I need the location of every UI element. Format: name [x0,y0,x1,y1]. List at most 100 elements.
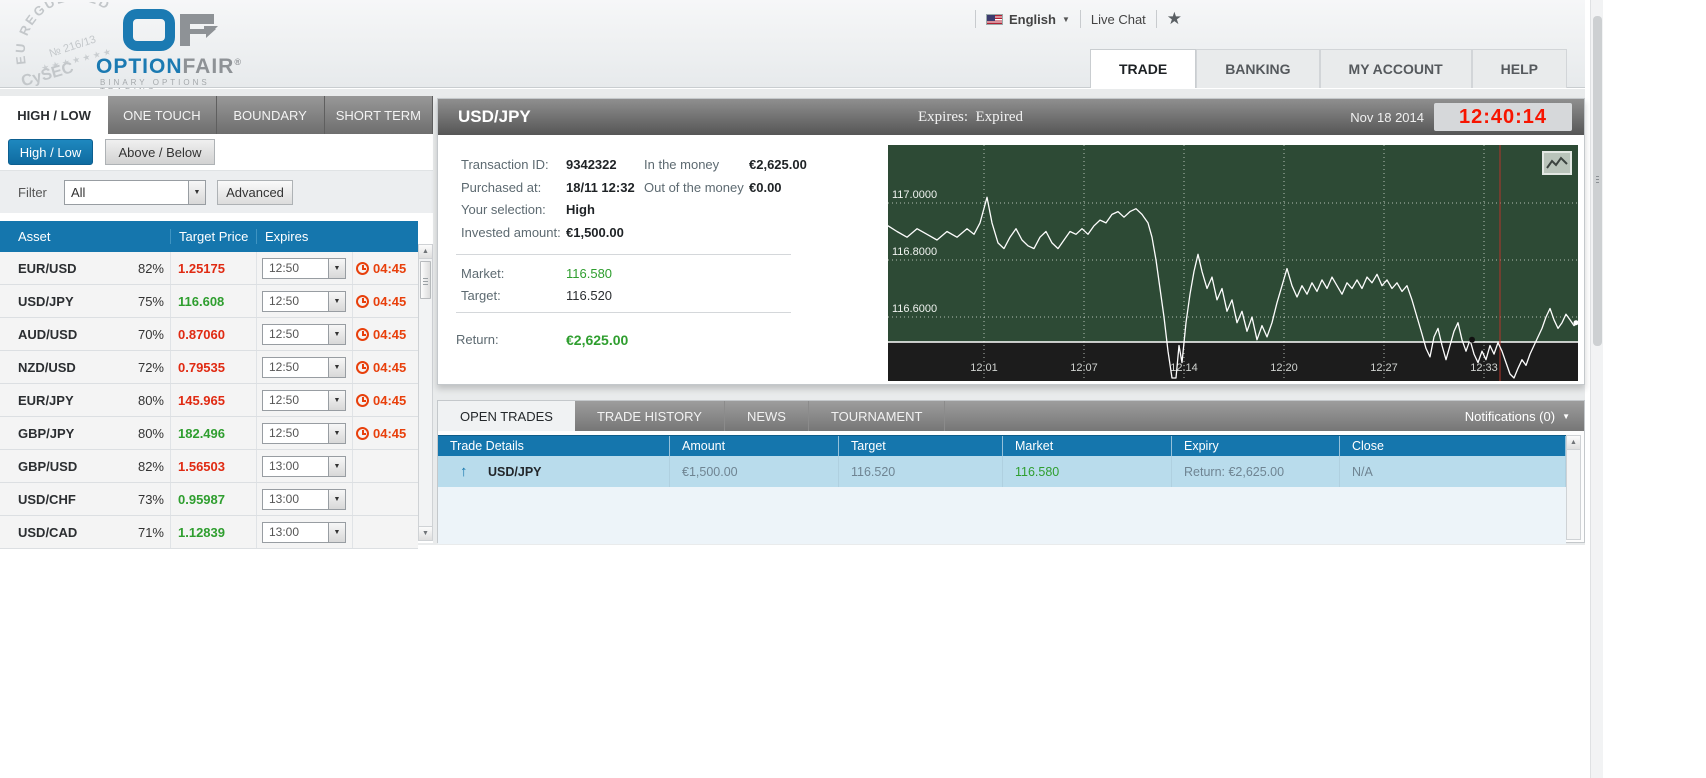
x-axis-label: 12:07 [1070,362,1098,374]
tab-high-low[interactable]: HIGH / LOW [0,96,109,134]
asset-payout: 72% [137,359,164,375]
filter-select[interactable]: All ▼ [64,180,206,205]
nav-tab-help[interactable]: HELP [1471,49,1567,88]
in-the-money-label: In the money [644,157,720,172]
asset-name: GBP/JPY [18,425,75,441]
trades-scrollbar[interactable]: ▲ [1566,435,1581,540]
return-value: €2,625.00 [566,332,629,348]
market-label: Market: [461,266,505,281]
utility-bar: English ▼ Live Chat ★ [975,8,1182,30]
column-divider [170,417,171,449]
expiry-select-value: 12:50 [269,393,300,407]
position-details: Transaction ID: 9342322 Purchased at: 18… [438,135,878,386]
x-axis-label: 12:27 [1370,362,1398,374]
x-axis-label: 12:14 [1170,362,1198,374]
tab-short-term[interactable]: SHORT TERM [324,96,433,134]
asset-row[interactable]: USD/CAD 71% 1.12839 13:00 ▼ [0,516,418,549]
chevron-down-icon[interactable]: ▼ [328,424,345,443]
chevron-down-icon[interactable]: ▼ [328,292,345,311]
scroll-up-arrow[interactable]: ▲ [1567,436,1580,450]
notifications-dropdown[interactable]: Notifications (0) ▼ [1465,401,1570,431]
divider [456,312,791,313]
asset-row[interactable]: GBP/JPY 80% 182.496 12:50 ▼ 04:45 [0,417,418,450]
chart-type-icon[interactable] [1542,151,1572,175]
chevron-down-icon[interactable]: ▼ [328,391,345,410]
expiry-select[interactable]: 12:50 ▼ [262,423,346,444]
asset-list-scrollbar[interactable]: ▲ ▼ [418,244,433,541]
x-axis-label: 12:01 [970,362,998,374]
nav-tab-banking[interactable]: BANKING [1196,49,1320,88]
expiry-select[interactable]: 12:50 ▼ [262,291,346,312]
high-low-mode-button[interactable]: High / Low [8,139,93,165]
chevron-down-icon: ▼ [1562,411,1570,421]
countdown: 04:45 [356,327,406,342]
expiry-select-value: 13:00 [269,525,300,539]
tab-open-trades[interactable]: OPEN TRADES [438,401,575,431]
invested-amount-value: €1,500.00 [566,225,624,240]
scroll-down-arrow[interactable]: ▼ [419,526,432,540]
filter-row: Filter All ▼ Advanced [0,170,433,213]
trades-column-amount: Amount [670,436,839,456]
expiry-select[interactable]: 13:00 ▼ [262,522,346,543]
expiry-select[interactable]: 12:50 ▼ [262,324,346,345]
live-chat-link[interactable]: Live Chat [1091,12,1146,27]
price-chart: 117.0000 116.8000 116.6000 12:01 12:07 12:14 1… [887,145,1579,381]
asset-target-price: 0.87060 [178,326,225,342]
expiry-select[interactable]: 12:50 ▼ [262,258,346,279]
countdown-timer: 04:45 [373,425,407,441]
chevron-down-icon[interactable]: ▼ [328,325,345,344]
asset-row[interactable]: AUD/USD 70% 0.87060 12:50 ▼ 04:45 [0,318,418,351]
chevron-down-icon[interactable]: ▼ [328,490,345,509]
scrollbar-thumb[interactable] [420,261,431,299]
registered-mark: ® [234,57,242,67]
nav-tab-trade[interactable]: TRADE [1089,49,1197,88]
asset-target-price: 0.79535 [178,359,225,375]
nav-tab-my-account[interactable]: MY ACCOUNT [1319,49,1472,88]
expiry-select-value: 13:00 [269,492,300,506]
favorite-star-icon[interactable]: ★ [1167,9,1182,29]
trade-row[interactable]: ↑ USD/JPY €1,500.00 116.520 116.580 Return: €… [438,456,1566,487]
asset-row[interactable]: USD/JPY 75% 116.608 12:50 ▼ 04:45 [0,285,418,318]
advanced-filter-button[interactable]: Advanced [217,180,293,205]
asset-row[interactable]: EUR/JPY 80% 145.965 12:50 ▼ 04:45 [0,384,418,417]
countdown-clock-icon [356,393,369,407]
countdown: 04:45 [356,360,406,375]
countdown: 04:45 [356,426,406,441]
page-scrollbar[interactable] [1590,0,1603,778]
tab-trade-history[interactable]: TRADE HISTORY [575,401,725,431]
asset-target-price: 0.95987 [178,491,225,507]
asset-name: USD/CHF [18,491,76,507]
asset-target-price: 1.25175 [178,260,225,276]
asset-row[interactable]: EUR/USD 82% 1.25175 12:50 ▼ 04:45 [0,252,418,285]
out-of-money-value: €0.00 [749,180,782,195]
countdown-clock-icon [356,360,369,374]
asset-target-price: 182.496 [178,425,225,441]
trades-card: OPEN TRADES TRADE HISTORY NEWS TOURNAMEN… [437,400,1585,544]
purchased-at-value: 18/11 12:32 [566,180,635,195]
chevron-down-icon[interactable]: ▼ [328,259,345,278]
tab-boundary[interactable]: BOUNDARY [216,96,325,134]
tab-news[interactable]: NEWS [725,401,809,431]
expiry-select[interactable]: 13:00 ▼ [262,489,346,510]
optionfair-logo: EU REGULATED № 216/13 ★ ★ ★ ★ ★ ★ ★ CySE… [8,0,268,96]
chevron-down-icon[interactable]: ▼ [188,181,205,204]
expiry-select[interactable]: 12:50 ▼ [262,357,346,378]
tab-one-touch[interactable]: ONE TOUCH [108,96,217,134]
column-target-price: Target Price [170,229,256,244]
column-divider [352,252,353,284]
language-selector[interactable]: English ▼ [986,12,1070,27]
trade-asset: USD/JPY [488,464,542,479]
asset-row[interactable]: GBP/USD 82% 1.56503 13:00 ▼ [0,450,418,483]
asset-row[interactable]: USD/CHF 73% 0.95987 13:00 ▼ [0,483,418,516]
tab-tournament[interactable]: TOURNAMENT [809,401,946,431]
expiry-select[interactable]: 12:50 ▼ [262,390,346,411]
expiry-select[interactable]: 13:00 ▼ [262,456,346,477]
scroll-up-arrow[interactable]: ▲ [419,245,432,259]
above-below-mode-button[interactable]: Above / Below [105,139,215,165]
chevron-down-icon[interactable]: ▼ [328,358,345,377]
page-scrollbar-thumb[interactable] [1593,16,1602,346]
asset-row[interactable]: NZD/USD 72% 0.79535 12:50 ▼ 04:45 [0,351,418,384]
chevron-down-icon[interactable]: ▼ [328,523,345,542]
chevron-down-icon[interactable]: ▼ [328,457,345,476]
detail-label: Your selection: [461,202,546,217]
